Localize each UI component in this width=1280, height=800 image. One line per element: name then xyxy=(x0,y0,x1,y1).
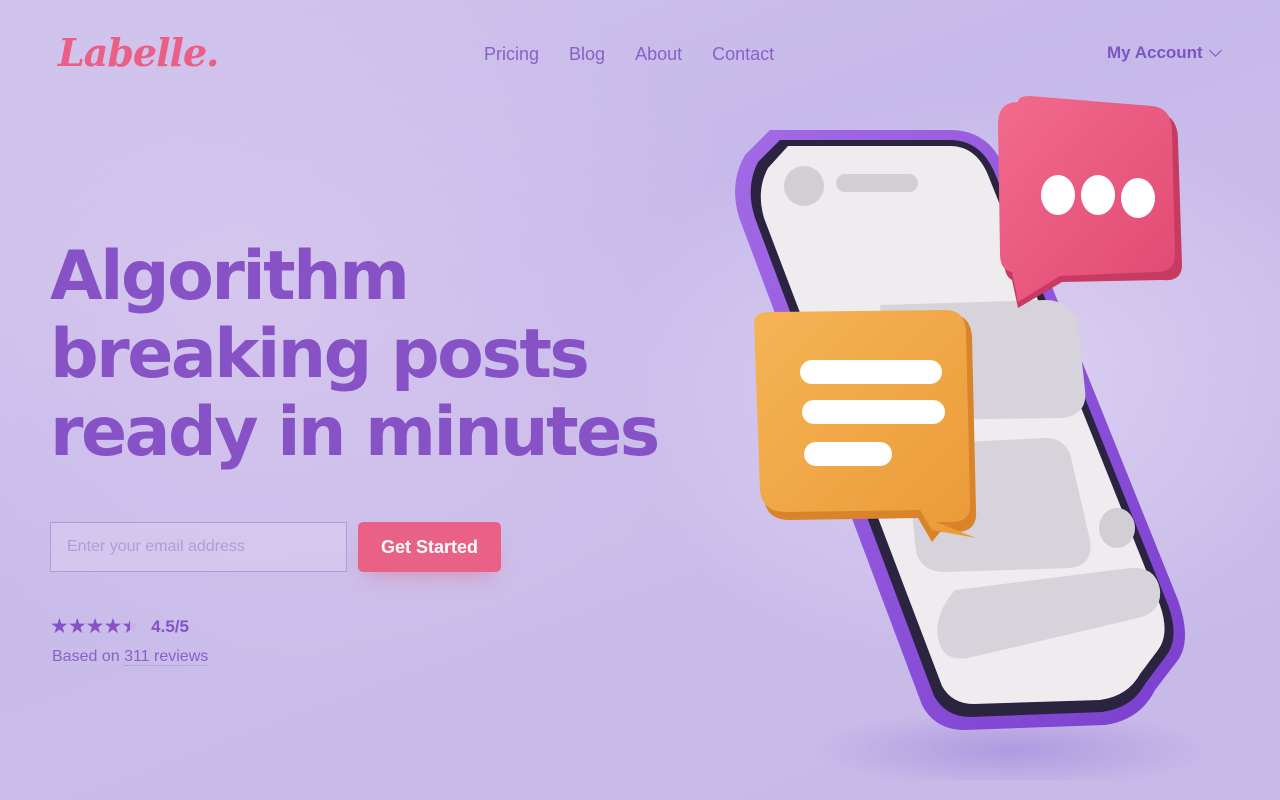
chat-bubble-text-icon xyxy=(754,310,977,542)
hero-headline: Algorithm breaking posts ready in minute… xyxy=(50,238,670,472)
main-nav: Pricing Blog About Contact xyxy=(484,44,804,65)
rating-summary: ★★★★★ ★★★★★ 4.5/5 xyxy=(50,616,189,638)
nav-link-about[interactable]: About xyxy=(635,44,682,65)
reviews-prefix: Based on xyxy=(52,648,120,665)
my-account-label: My Account xyxy=(1107,43,1203,62)
rating-score: 4.5/5 xyxy=(151,617,189,636)
nav-link-blog[interactable]: Blog xyxy=(569,44,605,65)
phone-chat-illustration xyxy=(735,96,1210,780)
brand-logo-text: Labelle xyxy=(58,30,207,75)
chevron-down-icon xyxy=(1208,44,1222,57)
nav-link-pricing[interactable]: Pricing xyxy=(484,44,539,65)
get-started-button[interactable]: Get Started xyxy=(358,522,501,572)
headline-line-2: breaking posts xyxy=(50,315,590,394)
chat-bubble-dots-icon xyxy=(998,96,1182,308)
star-icon-row-filled: ★★★★★ xyxy=(50,616,130,638)
brand-logo-dot: . xyxy=(206,30,219,75)
brand-logo[interactable]: Labelle. xyxy=(58,30,219,75)
star-rating: ★★★★★ ★★★★★ xyxy=(50,616,140,638)
headline-line-3: ready in minutes xyxy=(50,393,660,472)
reviews-count-link[interactable]: 311 reviews xyxy=(124,648,209,666)
email-input[interactable] xyxy=(50,522,347,572)
reviews-text: Based on 311 reviews xyxy=(52,648,209,666)
my-account-menu[interactable]: My Account xyxy=(1107,43,1222,63)
headline-line-1: Algorithm xyxy=(50,237,410,316)
nav-link-contact[interactable]: Contact xyxy=(712,44,774,65)
